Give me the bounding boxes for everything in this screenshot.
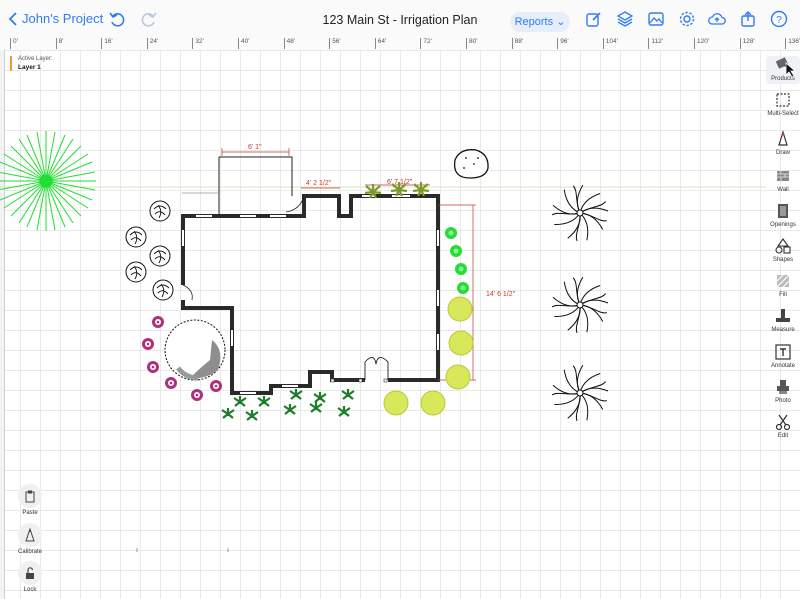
layers-icon[interactable]	[616, 10, 634, 28]
lock-icon	[26, 567, 34, 579]
tool-measure[interactable]: Measure	[766, 307, 800, 334]
lock-button[interactable]: Lock	[12, 561, 48, 593]
tool-wall[interactable]: Wall	[766, 167, 800, 194]
fill-icon	[776, 274, 790, 288]
active-layer-heading: Active Layer:	[18, 56, 53, 62]
ruler-tick: 24'	[146, 38, 158, 49]
chevron-down-icon: ⌄	[556, 16, 566, 28]
ruler-tick: 96'	[557, 38, 569, 49]
active-layer-name: Layer 1	[18, 64, 41, 71]
tool-fill[interactable]: Fill	[766, 272, 800, 299]
ruler-tick: 48'	[283, 38, 295, 49]
ruler-tick: 88'	[511, 38, 523, 49]
dimension-right: 14' 6 1/2"	[486, 291, 516, 298]
cloud-upload-icon[interactable]	[708, 10, 726, 28]
ruler-tick: 72'	[420, 38, 432, 49]
ruler-tick: 112'	[648, 38, 663, 49]
undo-icon[interactable]	[108, 10, 126, 28]
tool-draw[interactable]: Draw	[766, 130, 800, 157]
gear-icon[interactable]	[678, 10, 696, 28]
tool-annotate[interactable]: Annotate	[766, 343, 800, 370]
white-shrubs[interactable]	[125, 200, 174, 301]
draw-icon	[778, 130, 788, 146]
photo-icon	[777, 380, 789, 394]
ruler-tick: 80'	[466, 38, 477, 49]
ornamental-trees[interactable]	[551, 184, 609, 422]
tool-shapes[interactable]: Shapes	[766, 237, 800, 264]
paste-icon	[25, 490, 35, 503]
ruler-tick: 0'	[10, 38, 18, 49]
ruler-tick: 64'	[374, 38, 386, 49]
edit-note-icon[interactable]	[585, 10, 603, 28]
image-icon[interactable]	[647, 10, 665, 28]
dimension-top: 6' 1"	[248, 144, 262, 151]
redo-icon[interactable]	[140, 10, 158, 28]
top-toolbar: John's Project 123 Main St - Irrigation …	[0, 0, 800, 39]
dimension-step: 4' 2 1/2"	[306, 180, 332, 187]
tool-edit[interactable]: Edit	[766, 413, 800, 440]
openings-icon	[778, 204, 788, 218]
ruler-tick: 56'	[329, 38, 341, 49]
tool-panel: Products Multi-Select Draw Wall Openings…	[766, 50, 800, 450]
tool-openings[interactable]: Openings	[766, 202, 800, 229]
chevron-left-icon	[8, 11, 17, 26]
ruler-tick: 16'	[101, 38, 113, 49]
plan-drawing[interactable]: 6' 1" 4' 2 1/2" 6' 7 1/2" 14' 6 1/2"	[0, 50, 766, 599]
svg-text:?: ?	[776, 15, 782, 26]
green-shrubs[interactable]	[445, 227, 469, 294]
scissors-icon	[775, 414, 791, 431]
back-label: John's Project	[22, 11, 104, 26]
cursor-icon	[785, 62, 797, 78]
ruler-tick: 8'	[55, 38, 63, 49]
lime-shrubs[interactable]	[383, 296, 474, 416]
share-icon[interactable]	[739, 10, 757, 28]
tool-photo[interactable]: Photo	[766, 378, 800, 405]
ruler-tick: 104'	[602, 38, 618, 49]
back-button[interactable]: John's Project	[8, 11, 103, 26]
boulder[interactable]	[453, 149, 489, 179]
calibrate-icon	[25, 528, 35, 542]
help-icon[interactable]: ?	[770, 10, 788, 28]
shapes-icon	[775, 238, 791, 254]
tool-multi-select[interactable]: Multi-Select	[766, 91, 800, 118]
ruler-tick: 136'	[785, 38, 800, 49]
paste-button[interactable]: Paste	[12, 484, 48, 516]
active-layer-indicator[interactable]: Active Layer: Layer 1	[10, 56, 53, 71]
measure-icon	[776, 309, 790, 322]
annotate-icon	[775, 344, 791, 360]
ruler-tick: 128'	[739, 38, 755, 49]
ruler-tick: 40'	[238, 38, 249, 49]
palm-tree[interactable]	[0, 131, 96, 231]
wall-icon	[777, 171, 789, 181]
multi-select-icon	[776, 93, 790, 107]
ruler-tick: 32'	[192, 38, 204, 49]
calibrate-button[interactable]: Calibrate	[12, 523, 48, 555]
reports-button[interactable]: Reports ⌄	[510, 12, 570, 32]
ruler-tick: 120'	[694, 38, 709, 49]
large-tree[interactable]	[164, 319, 226, 381]
